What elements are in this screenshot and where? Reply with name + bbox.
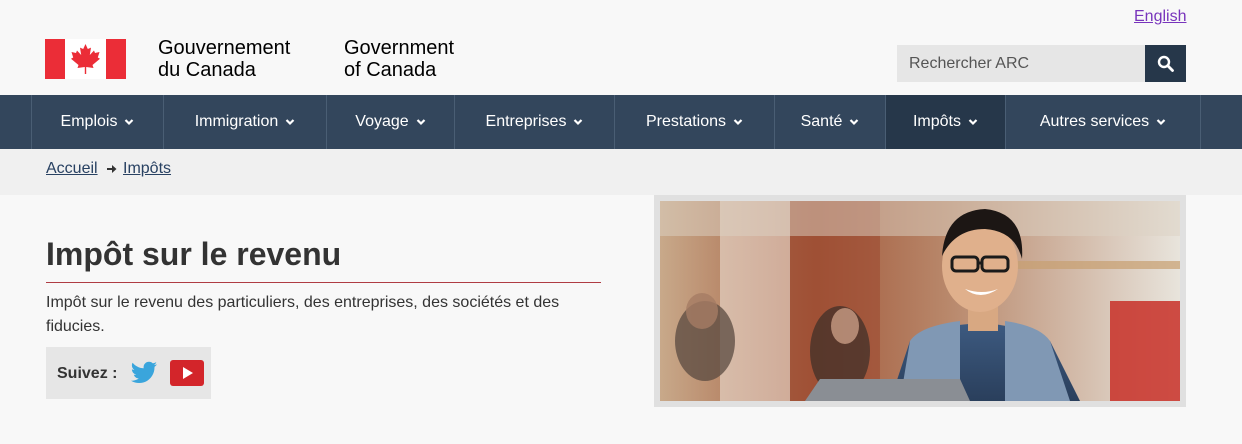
menu-item-emplois[interactable]: Emplois bbox=[31, 95, 163, 149]
youtube-icon[interactable] bbox=[169, 359, 205, 387]
menu-item-label: Santé bbox=[800, 113, 843, 130]
signature-fr: Gouvernement du Canada bbox=[158, 37, 290, 81]
follow-box: Suivez : bbox=[46, 347, 211, 399]
menu-item-entreprises[interactable]: Entreprises bbox=[454, 95, 614, 149]
breadcrumb-link-impots[interactable]: Impôts bbox=[123, 160, 171, 178]
arrow-right-icon bbox=[107, 165, 117, 173]
page-title: Impôt sur le revenu bbox=[46, 236, 342, 272]
menu-divider bbox=[1200, 95, 1201, 149]
chevron-down-icon bbox=[125, 119, 134, 126]
menu-item-impots[interactable]: Impôts bbox=[885, 95, 1005, 149]
signature-fr-line1: Gouvernement bbox=[158, 37, 291, 59]
chevron-down-icon bbox=[733, 119, 743, 126]
twitter-icon[interactable] bbox=[130, 360, 158, 386]
chevron-down-icon bbox=[574, 119, 583, 126]
main-menu: Emplois Immigration Voyage Entreprises P… bbox=[0, 95, 1242, 149]
menu-item-label: Autres services bbox=[1039, 113, 1150, 130]
search-button[interactable] bbox=[1145, 45, 1186, 82]
menu-item-autres-services[interactable]: Autres services bbox=[1005, 95, 1200, 149]
menu-item-label: Immigration bbox=[194, 113, 279, 130]
hero-image-frame bbox=[654, 195, 1186, 407]
chevron-down-icon bbox=[850, 119, 859, 126]
chevron-down-icon bbox=[968, 119, 978, 126]
hero-photo bbox=[660, 201, 1180, 401]
chevron-down-icon bbox=[416, 119, 425, 126]
breadcrumb-link-accueil[interactable]: Accueil bbox=[46, 160, 98, 178]
search-form bbox=[897, 45, 1186, 82]
menu-item-voyage[interactable]: Voyage bbox=[326, 95, 454, 149]
canada-flag-icon[interactable] bbox=[45, 39, 126, 79]
menu-item-label: Voyage bbox=[355, 113, 409, 130]
search-input[interactable] bbox=[897, 45, 1145, 82]
breadcrumb: Accueil Impôts bbox=[0, 149, 1242, 195]
menu-item-label: Impôts bbox=[912, 113, 961, 130]
menu-item-label: Entreprises bbox=[485, 113, 567, 130]
search-icon bbox=[1157, 55, 1174, 72]
signature-en-line2: of Canada bbox=[344, 59, 437, 81]
chevron-down-icon bbox=[286, 119, 295, 126]
chevron-down-icon bbox=[1156, 119, 1166, 126]
page-description: Impôt sur le revenu des particuliers, de… bbox=[46, 294, 560, 335]
menu-item-prestations[interactable]: Prestations bbox=[614, 95, 774, 149]
signature-en-line1: Government bbox=[344, 37, 455, 59]
signature-fr-line2: du Canada bbox=[158, 59, 256, 81]
language-toggle-link[interactable]: English bbox=[1134, 8, 1186, 26]
title-underline bbox=[46, 282, 601, 283]
menu-item-label: Emplois bbox=[60, 113, 118, 130]
signature-en: Government of Canada bbox=[344, 37, 454, 81]
follow-label: Suivez : bbox=[57, 365, 118, 382]
menu-item-label: Prestations bbox=[645, 113, 727, 130]
menu-item-sante[interactable]: Santé bbox=[774, 95, 885, 149]
menu-item-immigration[interactable]: Immigration bbox=[163, 95, 326, 149]
